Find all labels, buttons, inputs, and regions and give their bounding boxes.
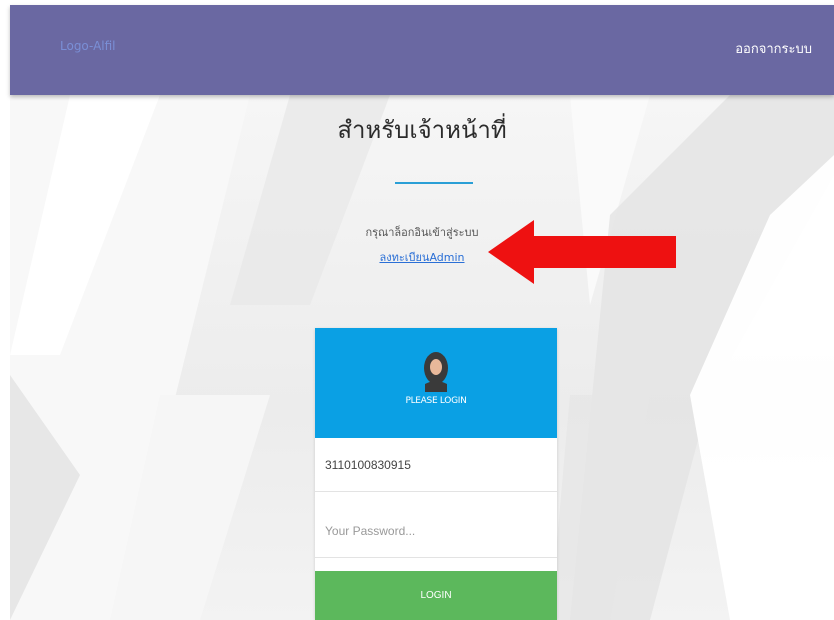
password-field[interactable]: Your Password... [315,504,557,558]
username-field[interactable]: 3110100830915 [315,438,557,492]
brand-link[interactable]: Logo-Alfil [60,39,116,53]
register-admin-link[interactable]: ลงทะเบียนAdmin [10,248,834,266]
please-login-label: PLEASE LOGIN [405,396,467,406]
login-button[interactable]: LOGIN [315,571,557,620]
logout-link[interactable]: ออกจากระบบ [735,38,812,59]
login-card: PLEASE LOGIN 3110100830915 Your Password… [315,328,557,620]
title-divider [395,182,473,184]
login-card-header: PLEASE LOGIN [315,328,557,438]
login-prompt: กรุณาล็อกอินเข้าสู่ระบบ [365,226,479,239]
page-title: สำหรับเจ้าหน้าที่ [337,116,507,144]
user-avatar-icon [423,352,449,396]
top-navbar: Logo-Alfil ออกจากระบบ [10,5,834,95]
red-arrow-icon [488,220,680,288]
